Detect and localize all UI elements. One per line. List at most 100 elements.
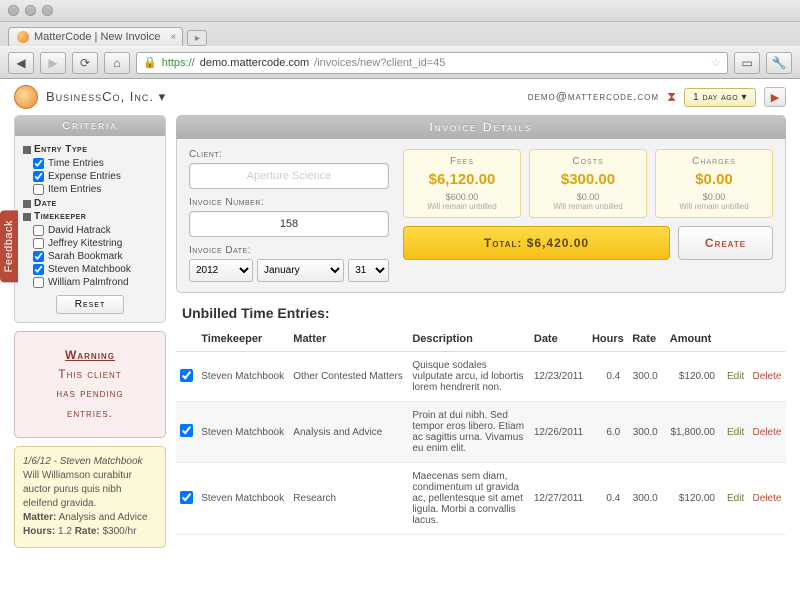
timekeeper-toggle[interactable]: Timekeeper [23, 211, 157, 222]
invoice-date-label: Invoice Date: [189, 245, 389, 256]
window-titlebar [0, 0, 800, 22]
entry-type-item[interactable]: Expense Entries [23, 170, 157, 183]
invoice-details-header: Invoice Details [176, 115, 786, 139]
user-email[interactable]: demo@mattercode.com [528, 91, 659, 103]
edit-link[interactable]: Edit [727, 371, 744, 382]
close-tab-icon[interactable]: × [171, 32, 177, 43]
entry-type-label: Item Entries [48, 184, 101, 195]
play-button[interactable]: ▶ [764, 87, 786, 107]
timekeeper-checkbox[interactable] [33, 251, 44, 262]
timekeeper-item[interactable]: Jeffrey Kitestring [23, 237, 157, 250]
cell-description: Proin at dui nibh. Sed tempor eros liber… [408, 402, 530, 463]
note-header: 1/6/12 - Steven Matchbook [23, 456, 143, 467]
table-header: Matter [289, 327, 408, 352]
table-header [723, 327, 749, 352]
entries-table: TimekeeperMatterDescriptionDateHoursRate… [176, 327, 786, 535]
timekeeper-item[interactable]: Steven Matchbook [23, 263, 157, 276]
cell-date: 12/26/2011 [530, 402, 588, 463]
row-checkbox[interactable] [180, 491, 193, 504]
cell-date: 12/27/2011 [530, 463, 588, 535]
favicon-icon [17, 31, 29, 43]
cell-matter: Analysis and Advice [289, 402, 408, 463]
delete-link[interactable]: Delete [753, 371, 782, 382]
tab-bar: MatterCode | New Invoice × ▸ [0, 22, 800, 46]
warning-title: Warning [25, 346, 155, 365]
entry-type-item[interactable]: Item Entries [23, 183, 157, 196]
company-selector[interactable]: BusinessCo, Inc. ▾ [46, 89, 166, 105]
summary-card: Fees$6,120.00$600.00Will remain unbilled [403, 149, 521, 218]
entry-type-label: Expense Entries [48, 171, 121, 182]
invoice-number-label: Invoice Number: [189, 197, 389, 208]
unbilled-section: Unbilled Time Entries: TimekeeperMatterD… [176, 305, 786, 535]
timekeeper-checkbox[interactable] [33, 238, 44, 249]
cell-timekeeper: Steven Matchbook [197, 463, 289, 535]
feedback-tab[interactable]: Feedback [0, 210, 18, 282]
forward-button[interactable]: ▶ [40, 52, 66, 74]
summary-card: Charges$0.00$0.00Will remain unbilled [655, 149, 773, 218]
new-tab-button[interactable]: ▸ [187, 30, 207, 46]
month-select[interactable]: January [257, 259, 344, 282]
browser-toolbar: ◀ ▶ ⟳ ⌂ 🔒 https://demo.mattercode.com/in… [0, 46, 800, 78]
page-button[interactable]: ▭ [734, 52, 760, 74]
wrench-button[interactable]: 🔧 [766, 52, 792, 74]
delete-link[interactable]: Delete [753, 427, 782, 438]
entry-type-item[interactable]: Time Entries [23, 157, 157, 170]
cell-rate: 300.0 [628, 402, 666, 463]
browser-tab[interactable]: MatterCode | New Invoice × [8, 27, 183, 46]
client-input[interactable]: Aperture Science [189, 163, 389, 189]
timekeeper-item[interactable]: William Palmfrond [23, 276, 157, 289]
create-button[interactable]: Create [678, 226, 773, 260]
row-checkbox[interactable] [180, 369, 193, 382]
timekeeper-label: David Hatrack [48, 225, 111, 236]
hourglass-icon[interactable]: ⧗ [667, 89, 676, 105]
timekeeper-label: Sarah Bookmark [48, 251, 122, 262]
reload-button[interactable]: ⟳ [72, 52, 98, 74]
timekeeper-checkbox[interactable] [33, 264, 44, 275]
cell-hours: 6.0 [588, 402, 628, 463]
reset-button[interactable]: Reset [56, 295, 125, 314]
cell-matter: Research [289, 463, 408, 535]
address-bar[interactable]: 🔒 https://demo.mattercode.com/invoices/n… [136, 52, 728, 74]
date-toggle[interactable]: Date [23, 198, 157, 209]
cell-amount: $120.00 [666, 463, 723, 535]
timekeeper-label: Jeffrey Kitestring [48, 238, 122, 249]
logo-icon [14, 85, 38, 109]
row-checkbox[interactable] [180, 424, 193, 437]
invoice-details-body: Client: Aperture Science Invoice Number:… [176, 139, 786, 293]
day-select[interactable]: 31 [348, 259, 389, 282]
entry-type-checkbox[interactable] [33, 184, 44, 195]
entry-type-toggle[interactable]: Entry Type [23, 144, 157, 155]
back-button[interactable]: ◀ [8, 52, 34, 74]
summary-card: Costs$300.00$0.00Will remain unbilled [529, 149, 647, 218]
entry-type-label: Time Entries [48, 158, 104, 169]
edit-link[interactable]: Edit [727, 493, 744, 504]
time-range-button[interactable]: 1 day ago ▾ [684, 88, 756, 107]
tab-title: MatterCode | New Invoice [34, 31, 160, 43]
cell-timekeeper: Steven Matchbook [197, 402, 289, 463]
bookmark-star-icon[interactable]: ☆ [711, 56, 721, 69]
traffic-lights[interactable] [8, 5, 53, 16]
year-select[interactable]: 2012 [189, 259, 253, 282]
edit-link[interactable]: Edit [727, 427, 744, 438]
timekeeper-checkbox[interactable] [33, 225, 44, 236]
cell-rate: 300.0 [628, 352, 666, 402]
timekeeper-checkbox[interactable] [33, 277, 44, 288]
url-path: /invoices/new?client_id=45 [314, 57, 445, 69]
timekeeper-item[interactable]: Sarah Bookmark [23, 250, 157, 263]
home-button[interactable]: ⌂ [104, 52, 130, 74]
table-header: Date [530, 327, 588, 352]
unbilled-title: Unbilled Time Entries: [182, 305, 786, 321]
table-header: Rate [628, 327, 666, 352]
delete-link[interactable]: Delete [753, 493, 782, 504]
table-header: Amount [666, 327, 723, 352]
entry-type-checkbox[interactable] [33, 158, 44, 169]
total-box: Total: $6,420.00 [403, 226, 670, 260]
invoice-number-input[interactable]: 158 [189, 211, 389, 237]
note-box: 1/6/12 - Steven Matchbook Will Williamso… [14, 446, 166, 548]
app-header: BusinessCo, Inc. ▾ demo@mattercode.com ⧗… [14, 85, 786, 109]
timekeeper-item[interactable]: David Hatrack [23, 224, 157, 237]
entry-type-checkbox[interactable] [33, 171, 44, 182]
criteria-header: Criteria [15, 116, 165, 136]
warning-box: Warning This client has pending entries. [14, 331, 166, 438]
table-header [749, 327, 786, 352]
